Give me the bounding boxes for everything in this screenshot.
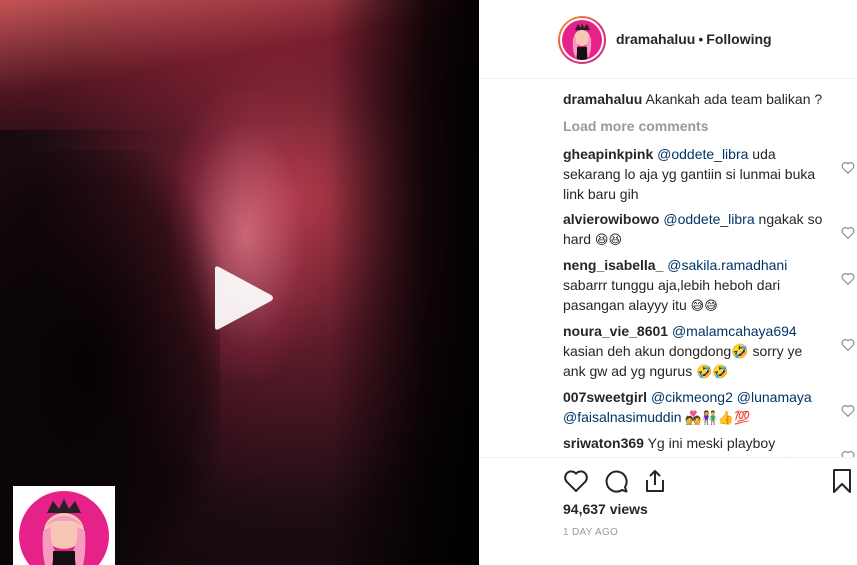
like-comment-heart-icon[interactable]: [841, 404, 855, 417]
header-username[interactable]: dramahaluu: [616, 31, 695, 47]
following-button[interactable]: Following: [706, 31, 771, 47]
comment-username[interactable]: 007sweetgirl: [563, 389, 647, 405]
post-actions-bar: 94,637 views 1 DAY AGO: [479, 457, 857, 565]
header-username-line: dramahaluu • Following: [616, 31, 772, 47]
comment-item: gheapinkpink @oddete_libra uda sekarang …: [563, 144, 857, 204]
post-caption: dramahaluu Akankah ada team balikan ?: [563, 90, 857, 108]
post-timestamp[interactable]: 1 DAY AGO: [563, 527, 618, 538]
comment-text: kasian deh akun dongdong🤣 sorry ye ank g…: [563, 343, 803, 379]
like-comment-heart-icon[interactable]: [841, 338, 855, 351]
comment-text: sabarrr tunggu aja,lebih heboh dari pasa…: [563, 277, 781, 313]
post-header: dramahaluu • Following: [479, 0, 857, 79]
comment-username[interactable]: gheapinkpink: [563, 146, 653, 162]
comment-username[interactable]: neng_isabella_: [563, 257, 663, 273]
share-icon[interactable]: [642, 468, 668, 494]
comment-item: sriwaton369 Yg ini meski playboy seengga…: [563, 433, 857, 457]
comment-mention[interactable]: @oddete_libra: [663, 211, 754, 227]
like-comment-heart-icon[interactable]: [841, 226, 855, 239]
caption-username[interactable]: dramahaluu: [563, 91, 642, 107]
like-comment-heart-icon[interactable]: [841, 450, 855, 457]
comment-username[interactable]: alvierowibowo: [563, 211, 659, 227]
view-count[interactable]: 94,637 views: [563, 501, 648, 517]
play-icon[interactable]: [211, 265, 275, 331]
comment-item: noura_vie_8601 @malamcahaya694 kasian de…: [563, 321, 857, 382]
avatar[interactable]: [558, 16, 606, 64]
comment-emoji: 😆😆: [594, 232, 623, 247]
comment-emoji: 🤣🤣: [696, 364, 729, 379]
comment-list[interactable]: dramahaluu Akankah ada team balikan ? Lo…: [563, 90, 857, 457]
load-more-comments-button[interactable]: Load more comments: [563, 117, 857, 135]
comment-emoji: 😅😅: [690, 298, 718, 313]
instagram-post-view: dramahaluu • Following dramahaluu Akankah …: [0, 0, 857, 565]
video-frame-shadow: [330, 0, 479, 565]
post-sidebar: dramahaluu • Following dramahaluu Akankah …: [479, 0, 857, 565]
comment-username[interactable]: noura_vie_8601: [563, 323, 668, 339]
comment-item: alvierowibowo @oddete_libra ngakak so ha…: [563, 209, 857, 250]
video-watermark-avatar: [13, 486, 115, 565]
like-comment-heart-icon[interactable]: [841, 161, 855, 174]
comment-item: neng_isabella_ @sakila.ramadhani sabarrr…: [563, 255, 857, 316]
cartoon-girl-icon: [572, 23, 592, 60]
like-comment-heart-icon[interactable]: [841, 272, 855, 285]
header-separator: •: [698, 31, 704, 47]
heart-icon[interactable]: [563, 468, 589, 494]
bookmark-icon[interactable]: [829, 468, 855, 494]
comment-mention[interactable]: @oddete_libra: [657, 146, 748, 162]
comment-item: 007sweetgirl @cikmeong2 @lunamaya @faisa…: [563, 387, 857, 428]
comment-icon[interactable]: [603, 468, 629, 494]
video-player[interactable]: [0, 0, 479, 565]
comment-emoji: 💑👫👍💯: [685, 410, 751, 425]
comment-mention[interactable]: @sakila.ramadhani: [667, 257, 787, 273]
comment-username[interactable]: sriwaton369: [563, 435, 644, 451]
comment-mention[interactable]: @malamcahaya694: [672, 323, 797, 339]
cartoon-girl-icon: [42, 499, 86, 565]
caption-text: Akankah ada team balikan ?: [645, 91, 823, 107]
